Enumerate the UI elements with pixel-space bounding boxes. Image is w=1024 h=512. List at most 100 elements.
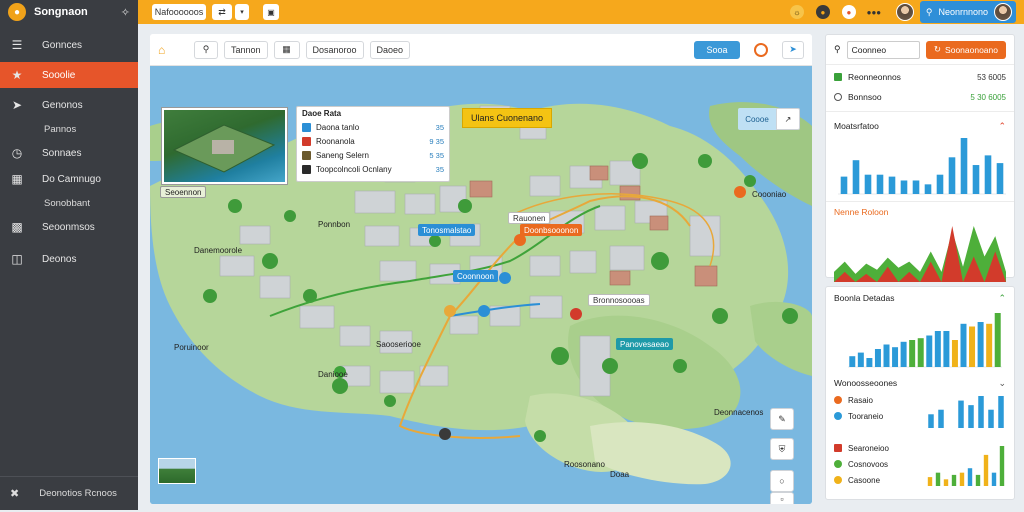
chart-bar[interactable]: [943, 479, 949, 486]
chart-bar[interactable]: [994, 313, 1001, 367]
chart-bar[interactable]: [866, 358, 873, 367]
map-corner-button[interactable]: Coooe: [738, 108, 776, 130]
shield-icon[interactable]: ⛨: [770, 438, 794, 460]
home-icon[interactable]: ⌂: [158, 43, 174, 57]
chart-bar[interactable]: [988, 409, 994, 428]
record-icon[interactable]: [754, 42, 768, 57]
chart-bar[interactable]: [951, 474, 957, 486]
chart-bar[interactable]: [874, 349, 881, 367]
notification-icon[interactable]: ●: [815, 5, 830, 19]
chart-bar[interactable]: [857, 352, 864, 367]
chart-bar[interactable]: [975, 474, 981, 486]
chevron-down-icon[interactable]: ▾: [235, 4, 249, 20]
sidebar-item-0[interactable]: ☰ Gonnces: [0, 32, 138, 58]
popup-row[interactable]: Toopcolncoli Ocnlany 35: [302, 162, 444, 176]
sidebar-item-2[interactable]: ➤ Genonos: [0, 92, 138, 118]
map-label[interactable]: Rauonen: [508, 212, 551, 224]
chart-bar[interactable]: [996, 163, 1004, 194]
top-search-button[interactable]: Nafoooooos: [152, 4, 206, 20]
list-item[interactable]: Bonnsoo 5 30 6005: [826, 87, 1014, 107]
chart-bar[interactable]: [969, 326, 976, 368]
map-label[interactable]: Panovesaeao: [616, 338, 673, 350]
sidebar-item-1[interactable]: ★ Sooolie: [0, 62, 138, 88]
chart-bar[interactable]: [928, 414, 934, 428]
chart-bar[interactable]: [924, 184, 932, 194]
chart-bar[interactable]: [968, 405, 974, 428]
sidebar-item-8[interactable]: ◫ Deonos: [0, 246, 138, 272]
chart-bar[interactable]: [926, 335, 933, 368]
chart-bar[interactable]: [938, 409, 944, 428]
image-icon[interactable]: ▣: [263, 4, 279, 20]
chart-bar[interactable]: [960, 138, 968, 194]
user-menu[interactable]: ⚲ Neonrnnono: [919, 1, 1016, 23]
popup-row[interactable]: Roonanola 9 35: [302, 134, 444, 148]
sidebar-item-3[interactable]: Pannos: [0, 118, 138, 140]
chart-bar[interactable]: [900, 180, 908, 194]
primary-button[interactable]: Sooa: [694, 40, 740, 59]
chart-bar[interactable]: [840, 176, 848, 194]
tab-c[interactable]: Daoeo: [369, 40, 411, 59]
chart-bar[interactable]: [909, 340, 916, 367]
chart-bar[interactable]: [967, 468, 973, 486]
search-icon[interactable]: ⚲: [834, 44, 841, 55]
chart-bar[interactable]: [984, 155, 992, 194]
chart-bar[interactable]: [888, 176, 896, 194]
chart-bar[interactable]: [958, 400, 964, 428]
alert-icon[interactable]: ●: [841, 5, 856, 19]
sidebar-item-5[interactable]: ▦ Do Camnugo: [0, 166, 138, 192]
chart-bar[interactable]: [978, 396, 984, 428]
map-label[interactable]: Coonnoon: [453, 270, 498, 282]
sidebar-item-6[interactable]: Sonobbant: [0, 192, 138, 214]
popup-row[interactable]: Saneng Selern 5 35: [302, 148, 444, 162]
section-title-a[interactable]: Moatsrfatoo ⌃: [826, 116, 1014, 136]
chart-bar[interactable]: [935, 472, 941, 486]
chart-bar[interactable]: [936, 174, 944, 194]
chart-bar[interactable]: [912, 180, 920, 194]
map-label[interactable]: Bronnosoooas: [588, 294, 650, 306]
map-label[interactable]: Doonbsooonon: [520, 224, 583, 236]
popup-row[interactable]: Daona tanlo 35: [302, 120, 444, 134]
share-icon[interactable]: ➤: [782, 40, 804, 59]
panel2-subheader[interactable]: Wonoosseoones ⌄: [826, 374, 1014, 392]
chart-bar[interactable]: [948, 157, 956, 194]
chart-bar[interactable]: [972, 165, 980, 194]
aerial-inset[interactable]: [162, 108, 287, 184]
collapse-icon[interactable]: ↗: [776, 108, 800, 130]
tab-a[interactable]: Tannon: [224, 40, 268, 59]
chart-bar[interactable]: [977, 322, 984, 367]
chart-bar[interactable]: [991, 472, 997, 486]
panel2-header[interactable]: Boonla Detadas ⌃: [826, 287, 1014, 309]
chart-bar[interactable]: [983, 454, 989, 486]
sidebar-item-7[interactable]: ▩ Seoonmsos: [0, 214, 138, 240]
map-badge[interactable]: Ulans Cuonenano: [462, 108, 553, 128]
chart-bar[interactable]: [951, 340, 958, 367]
settings-icon[interactable]: ✧: [121, 6, 130, 19]
chart-bar[interactable]: [959, 472, 965, 486]
section-title-b[interactable]: Nenne Roloon: [826, 202, 1014, 222]
chat-icon[interactable]: ○: [770, 470, 794, 492]
layers-icon[interactable]: ▦: [273, 40, 300, 59]
chart-bar[interactable]: [960, 323, 967, 367]
chart-bar[interactable]: [849, 356, 856, 367]
tab-b[interactable]: Dosanoroo: [305, 40, 364, 59]
sidebar-item-4[interactable]: ◷ Sonnaes: [0, 140, 138, 166]
avatar-small[interactable]: [895, 3, 914, 21]
panel-search-input[interactable]: Coonneo: [846, 40, 920, 59]
list-item[interactable]: Reonneonnos 53 6005: [826, 67, 1014, 87]
chart-bar[interactable]: [892, 347, 899, 367]
chart-bar[interactable]: [927, 477, 933, 486]
panel-action-button[interactable]: ↻ Soonaonoano: [925, 40, 1006, 59]
minimap-thumbnail[interactable]: [158, 458, 196, 484]
sun-icon[interactable]: ☼: [789, 5, 804, 19]
chart-bar[interactable]: [876, 174, 884, 194]
chart-bar[interactable]: [934, 331, 941, 367]
chart-bar[interactable]: [943, 331, 950, 367]
search-icon[interactable]: ⚲: [194, 40, 218, 59]
sidebar-footer[interactable]: ✖ Deonotios Rcnoos: [0, 476, 138, 510]
chart-bar[interactable]: [852, 160, 860, 194]
chart-bar[interactable]: [883, 344, 890, 368]
toggle-button[interactable]: ⇄: [212, 4, 232, 20]
comment-icon[interactable]: ▫: [770, 492, 794, 504]
map-label[interactable]: Tonosmalstao: [418, 224, 476, 236]
pencil-icon[interactable]: ✎: [770, 408, 794, 430]
